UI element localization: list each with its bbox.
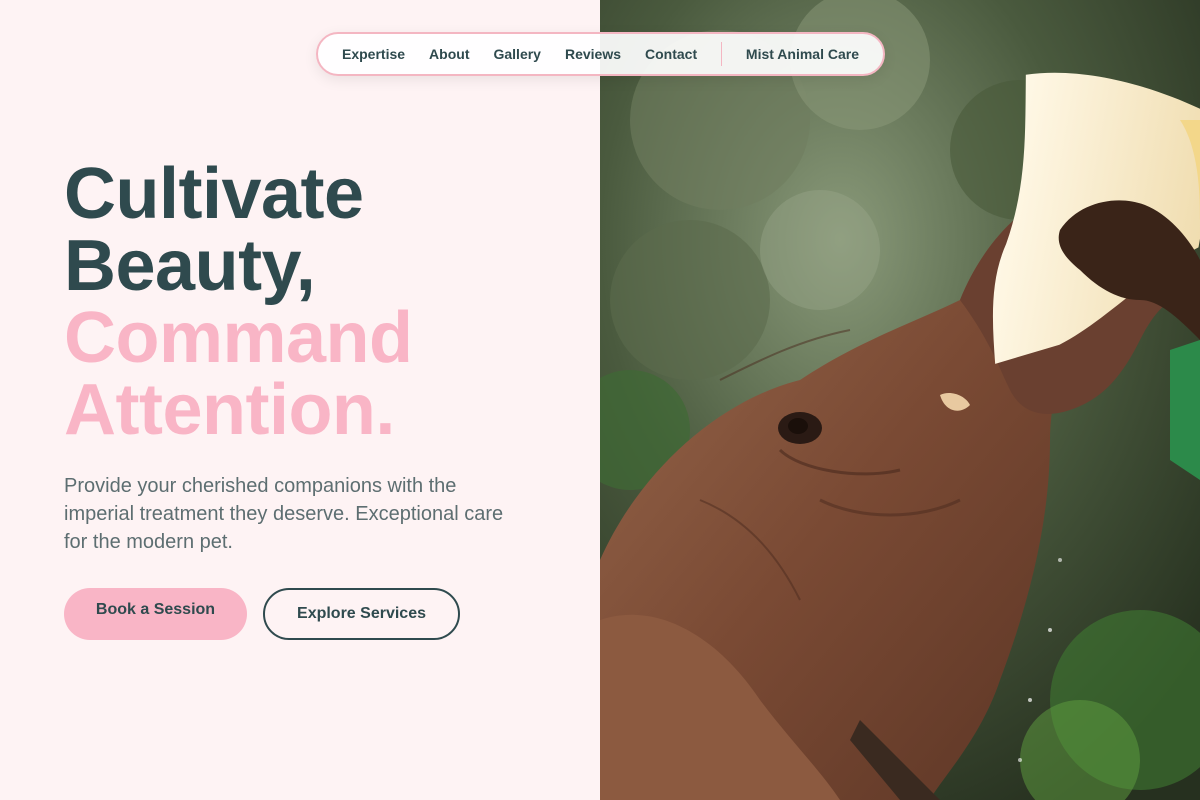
headline-line-2: Beauty, <box>64 226 316 306</box>
nav-link-about[interactable]: About <box>429 46 469 62</box>
elephant-feeding-photo <box>600 0 1200 800</box>
top-navigation: Expertise About Gallery Reviews Contact … <box>316 32 885 76</box>
nav-link-gallery[interactable]: Gallery <box>493 46 540 62</box>
headline-line-4: Attention. <box>64 370 395 450</box>
nav-link-expertise[interactable]: Expertise <box>342 46 405 62</box>
nav-link-reviews[interactable]: Reviews <box>565 46 621 62</box>
book-session-button[interactable]: Book a Session <box>64 588 247 640</box>
nav-link-contact[interactable]: Contact <box>645 46 697 62</box>
hero-subtitle: Provide your cherished companions with t… <box>64 475 504 553</box>
nav-divider <box>721 42 722 66</box>
explore-services-button[interactable]: Explore Services <box>263 588 460 640</box>
headline-line-3: Command <box>64 298 413 378</box>
brand-logo-link[interactable]: Mist Animal Care <box>746 46 859 62</box>
hero-headline: Cultivate Beauty, Command Attention. <box>64 158 413 446</box>
headline-line-1: Cultivate <box>64 154 364 234</box>
hero-image <box>600 0 1200 800</box>
